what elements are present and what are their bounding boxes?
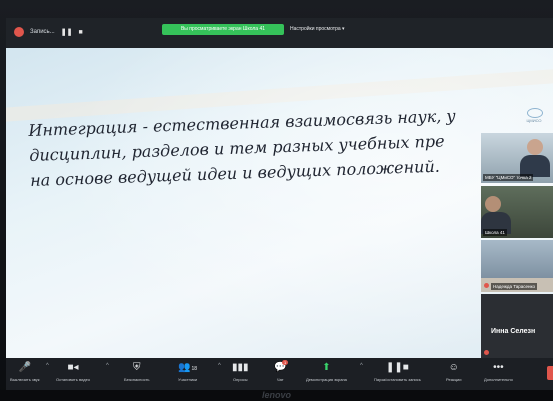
reactions-icon: ☺ [448,362,459,373]
participant-tile[interactable]: Школа 41 [481,186,553,238]
security-button[interactable]: ⛨ Безопасность [124,361,150,382]
participant-avatar [485,196,501,212]
participants-count: 18 [191,366,198,372]
monitor-bezel: lenovo [0,390,553,401]
chart-icon: ▮▮▮ [232,362,249,373]
participants-icon: 👥18 [178,362,198,373]
participant-label: МБУ "ЦМиСО" точка 2 [483,174,534,181]
mic-icon: 🎤 [18,362,31,373]
muted-mic-icon [484,350,489,355]
participant-tile[interactable]: МБУ "ЦМиСО" точка 2 [481,133,553,183]
recording-status: Запись... ❚❚ ■ [14,27,83,37]
participants-button[interactable]: 👥18 Участники [178,361,197,382]
chevron-up-icon[interactable]: ^ [106,363,109,369]
end-meeting-button[interactable] [547,366,553,380]
logo-text: ЦМИСО [526,118,542,123]
chevron-up-icon[interactable]: ^ [360,363,363,369]
share-screen-icon: ⬆ [322,362,331,373]
video-icon: ■◂ [67,362,79,373]
participant-label: Школа 41 [483,229,507,236]
screen-glare [6,18,553,390]
meeting-top-bar: Запись... ❚❚ ■ Вы просматриваете экран Ш… [6,18,553,48]
pause-recording-button[interactable]: ❚❚■ Пауза/остановить запись [374,361,421,382]
share-banner: Вы просматриваете экран Школа 41 [162,24,284,35]
slide-logo: ЦМИСО [517,108,551,130]
logo-mark-icon [527,108,543,118]
meeting-toolbar: 🎤 Выключить звук ^ ■◂ Остановить видео ^… [6,358,553,390]
reactions-button[interactable]: ☺ Реакции [446,361,461,382]
participant-tile[interactable]: Надежда Тарасенко [481,240,553,292]
pause-icon[interactable]: ❚❚ [61,28,73,36]
stop-icon[interactable]: ■ [78,29,82,36]
chat-button[interactable]: 💬 1 Чат [274,360,289,382]
chevron-up-icon[interactable]: ^ [46,363,49,369]
more-icon: ••• [493,362,504,373]
monitor: Запись... ❚❚ ■ Вы просматриваете экран Ш… [0,0,553,401]
mute-button[interactable]: 🎤 Выключить звук [10,361,40,382]
recording-label: Запись... [30,29,55,35]
stop-video-button[interactable]: ■◂ Остановить видео [56,361,90,382]
chat-badge: 1 [282,360,289,365]
participant-name: Инна Селезн [491,328,536,335]
zoom-window: Запись... ❚❚ ■ Вы просматриваете экран Ш… [6,18,553,390]
record-icon: ❚❚■ [386,362,409,373]
participant-tile[interactable]: Инна Селезн [481,294,553,359]
participant-label: Надежда Тарасенко [491,283,538,290]
chevron-up-icon[interactable]: ^ [218,363,221,369]
participant-avatar [527,139,543,155]
share-screen-button[interactable]: ⬆ Демонстрация экрана [306,361,347,382]
more-button[interactable]: ••• Дополнительно [484,361,513,382]
monitor-brand: lenovo [261,390,291,400]
shield-icon: ⛨ [133,362,141,373]
polls-button[interactable]: ▮▮▮ Опросы [232,361,249,382]
muted-mic-icon [484,283,489,288]
record-indicator-icon [14,27,24,37]
view-options-button[interactable]: Настройки просмотра ▾ [290,24,345,35]
